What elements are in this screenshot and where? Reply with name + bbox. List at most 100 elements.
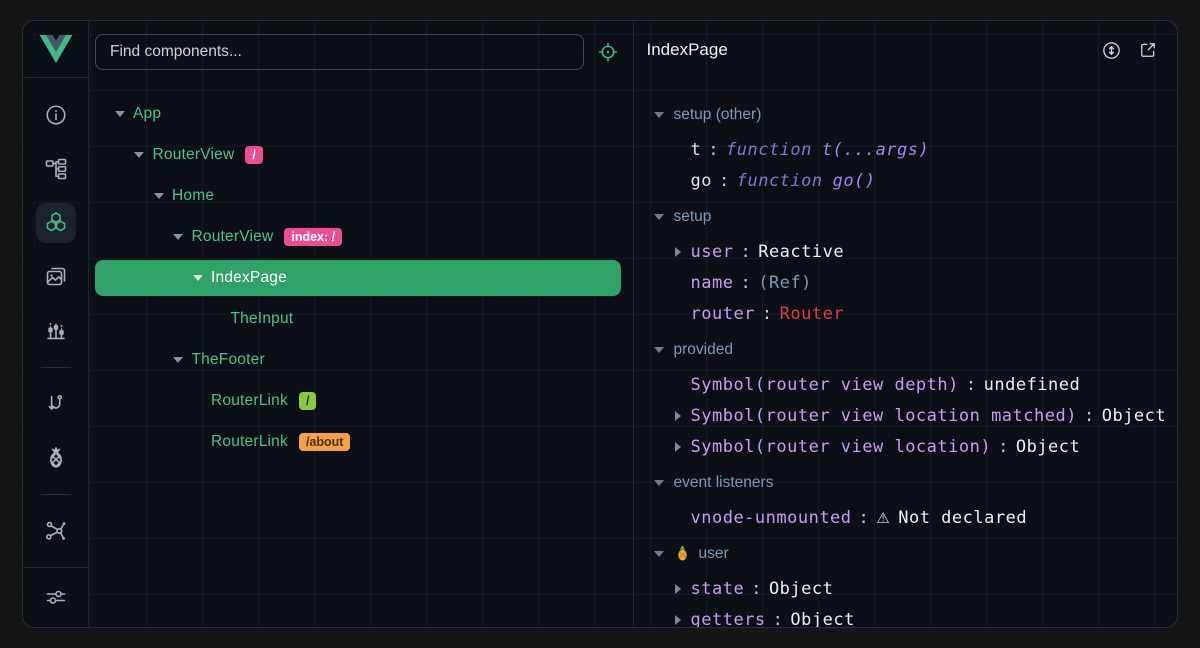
function-keyword: function [737, 171, 823, 191]
tree-row-routerview[interactable]: RouterView/ [95, 137, 621, 173]
colon-separator: : [740, 273, 751, 293]
function-signature: go() [833, 171, 876, 191]
colon-separator: : [998, 437, 1009, 457]
section-items: t:functiont(...args) go: function go() [634, 130, 1178, 196]
search-input[interactable] [95, 34, 584, 70]
settings-tab[interactable] [36, 577, 76, 617]
timeline-tab[interactable] [36, 311, 76, 351]
info-tab[interactable] [36, 95, 76, 135]
route-badge: /about [299, 433, 351, 451]
property-row-go[interactable]: go:functiongo() [634, 165, 1178, 196]
property-row-user[interactable]: user:Reactive [634, 236, 1178, 267]
pinia-tab[interactable] [36, 438, 76, 478]
property-row-vnode-unmounted[interactable]: vnode-unmounted:⚠︎Not declared [634, 502, 1178, 533]
collapse-triangle-icon [654, 214, 664, 220]
tree-row-home[interactable]: Home [95, 178, 621, 214]
section-setup: setup user:Reactivename:(Ref)router:Route… [634, 201, 1178, 329]
inspector-actions [1100, 39, 1159, 61]
expand-collapse-circle-icon [1101, 40, 1122, 61]
route-badge: / [245, 146, 262, 164]
components-tab[interactable] [36, 203, 76, 243]
timeline-sliders-icon [44, 319, 68, 343]
graph-tab[interactable] [36, 511, 76, 551]
open-in-editor-button[interactable] [1137, 39, 1159, 61]
expand-arrow-icon[interactable] [675, 615, 691, 625]
inspector-header: IndexPage [634, 21, 1178, 79]
colon-separator: : [859, 508, 870, 528]
section-header-setup[interactable]: setup [634, 201, 1178, 232]
section-header-provided[interactable]: provided [634, 334, 1178, 365]
component-name: IndexPage [211, 269, 287, 287]
expand-arrow-icon[interactable] [675, 411, 691, 421]
property-key: state [691, 579, 745, 599]
component-name: RouterLink [211, 392, 288, 410]
property-row-getters[interactable]: getters:Object [634, 604, 1178, 627]
property-row-name[interactable]: name:(Ref) [634, 267, 1178, 298]
crosshair-icon [597, 41, 619, 63]
triangle-right-icon [675, 247, 681, 257]
pages-tab[interactable] [36, 149, 76, 189]
devtools-panel: App RouterView/Home RouterViewindex: / Inde… [22, 20, 1178, 628]
section-items: Symbol(router view depth):undefinedSymbo… [634, 365, 1178, 462]
router-tab[interactable] [36, 384, 76, 424]
expand-toggle-icon[interactable] [191, 275, 204, 281]
property-row-symbol-router-view-depth[interactable]: Symbol(router view depth):undefined [634, 369, 1178, 400]
tree-row-theinput[interactable]: TheInput [95, 301, 621, 337]
property-row-t[interactable]: t:functiont(...args) [634, 134, 1178, 165]
section-header-user[interactable]: user [634, 538, 1178, 569]
tree-row-routerlink[interactable]: RouterLink/about [95, 424, 621, 460]
tree-row-indexpage[interactable]: IndexPage [95, 260, 621, 296]
triangle-down-icon [115, 111, 125, 117]
property-row-symbol-router-view-location[interactable]: Symbol(router view location):Object [634, 431, 1178, 462]
tree-row-routerlink[interactable]: RouterLink / [95, 383, 621, 419]
property-key: t [691, 140, 702, 160]
tree-row-routerview[interactable]: RouterViewindex: / [95, 219, 621, 255]
expand-toggle-icon[interactable] [133, 152, 146, 158]
property-row-router[interactable]: router:Router [634, 298, 1178, 329]
property-key: getters [691, 610, 766, 628]
assets-tab[interactable] [36, 257, 76, 297]
info-icon [44, 103, 68, 127]
expand-toggle-icon[interactable] [113, 111, 126, 117]
section-label: user [699, 545, 729, 563]
component-name: RouterLink [211, 433, 288, 451]
section-header-event-listeners[interactable]: event listeners [634, 467, 1178, 498]
expand-arrow-icon[interactable] [675, 584, 691, 594]
expand-toggle-icon[interactable] [152, 193, 165, 199]
property-value: undefined [984, 375, 1081, 395]
property-row-state[interactable]: state:Object [634, 573, 1178, 604]
property-value: Reactive [758, 242, 844, 262]
colon-separator: : [966, 375, 977, 395]
expand-toggle-icon[interactable] [172, 357, 185, 363]
colon-separator: : [1084, 406, 1095, 426]
route-badge: / [299, 392, 316, 410]
colon-separator: : [708, 140, 719, 160]
component-name: TheInput [231, 310, 294, 328]
section-provided: providedSymbol(router view depth):undefi… [634, 334, 1178, 462]
inspect-element-button[interactable] [591, 35, 625, 69]
sidebar-nav [23, 78, 88, 567]
sidebar [23, 21, 89, 627]
hierarchy-icon [44, 157, 68, 181]
triangle-down-icon [134, 152, 144, 158]
section-header-setup-other[interactable]: setup (other) [634, 99, 1178, 130]
vue-logo [23, 21, 88, 78]
sidebar-bottom [23, 567, 88, 627]
expand-toggle-icon[interactable] [172, 234, 185, 240]
expand-arrow-icon[interactable] [675, 442, 691, 452]
function-signature: t(...args) [822, 140, 929, 160]
tree-row-thefooter[interactable]: TheFooter [95, 342, 621, 378]
property-key: go [691, 171, 712, 191]
tree-row-app[interactable]: App [95, 96, 621, 132]
components-hexagons-icon [44, 211, 68, 235]
colon-separator: : [751, 579, 762, 599]
expand-arrow-icon[interactable] [675, 247, 691, 257]
property-row-symbol-router-view-location-matched[interactable]: Symbol(router view location matched):Obj… [634, 400, 1178, 431]
component-name: Home [172, 187, 214, 205]
section-items: state:Objectgetters:Object [634, 569, 1178, 627]
triangle-down-icon [173, 357, 183, 363]
section-label: setup [674, 208, 712, 226]
component-name: TheFooter [192, 351, 265, 369]
property-key: name [691, 273, 734, 293]
toggle-expand-all-button[interactable] [1100, 39, 1122, 61]
